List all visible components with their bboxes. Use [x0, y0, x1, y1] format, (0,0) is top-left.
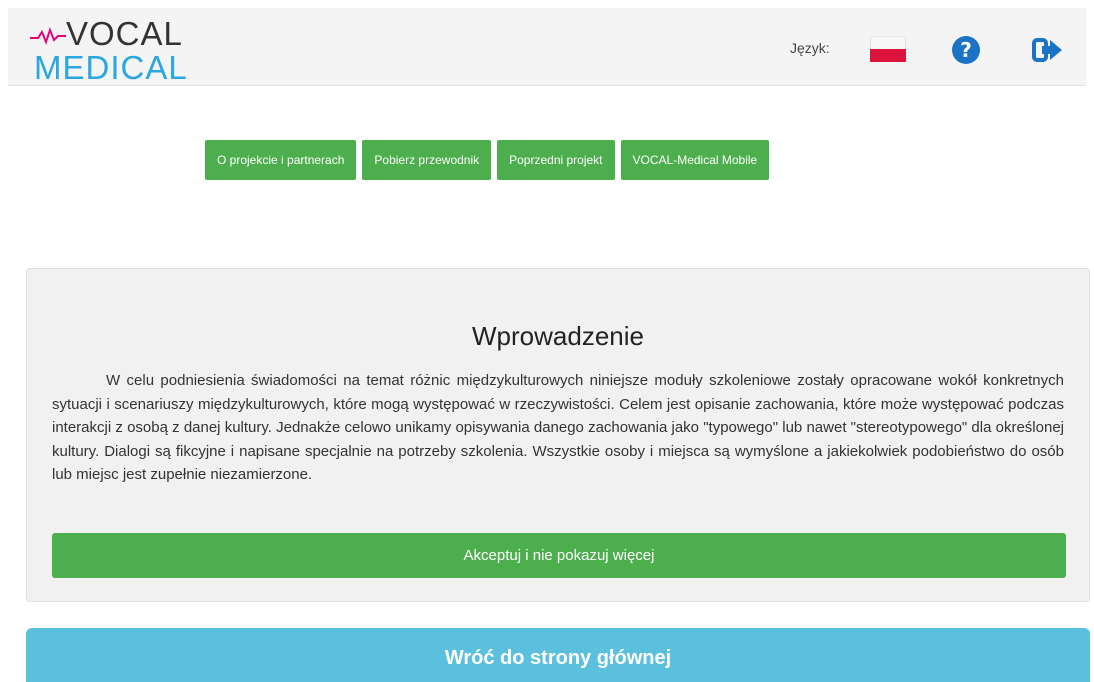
nav-about-button[interactable]: O projekcie i partnerach [205, 140, 357, 180]
question-circle-icon[interactable]: ? [952, 36, 980, 64]
logo-line-vocal: VOCAL [66, 15, 183, 52]
language-label: Język: [790, 40, 830, 56]
page: VOCAL MEDICAL Język: ? O projekcie i par… [0, 0, 1094, 682]
accept-button[interactable]: Akceptuj i nie pokazuj więcej [52, 533, 1066, 578]
logo-line-medical: MEDICAL [34, 49, 188, 86]
nav-download-guide-button[interactable]: Pobierz przewodnik [362, 140, 492, 180]
logo[interactable]: VOCAL MEDICAL [30, 14, 210, 86]
nav-previous-project-button[interactable]: Poprzedni projekt [497, 140, 615, 180]
flag-poland-icon[interactable] [870, 36, 906, 62]
header: VOCAL MEDICAL Język: ? [8, 8, 1086, 86]
return-home-button[interactable]: Wróć do strony głównej [26, 628, 1090, 682]
intro-text: W celu podniesienia świadomości na temat… [52, 372, 1064, 483]
nav-mobile-button[interactable]: VOCAL-Medical Mobile [620, 140, 770, 180]
intro-title: Wprowadzenie [472, 321, 644, 351]
sign-out-icon[interactable] [1032, 36, 1064, 64]
top-nav: O projekcie i partnerach Pobierz przewod… [205, 140, 770, 180]
intro-panel: Wprowadzenie W celu podniesienia świadom… [26, 268, 1090, 602]
heartbeat-wave-icon [30, 27, 66, 45]
